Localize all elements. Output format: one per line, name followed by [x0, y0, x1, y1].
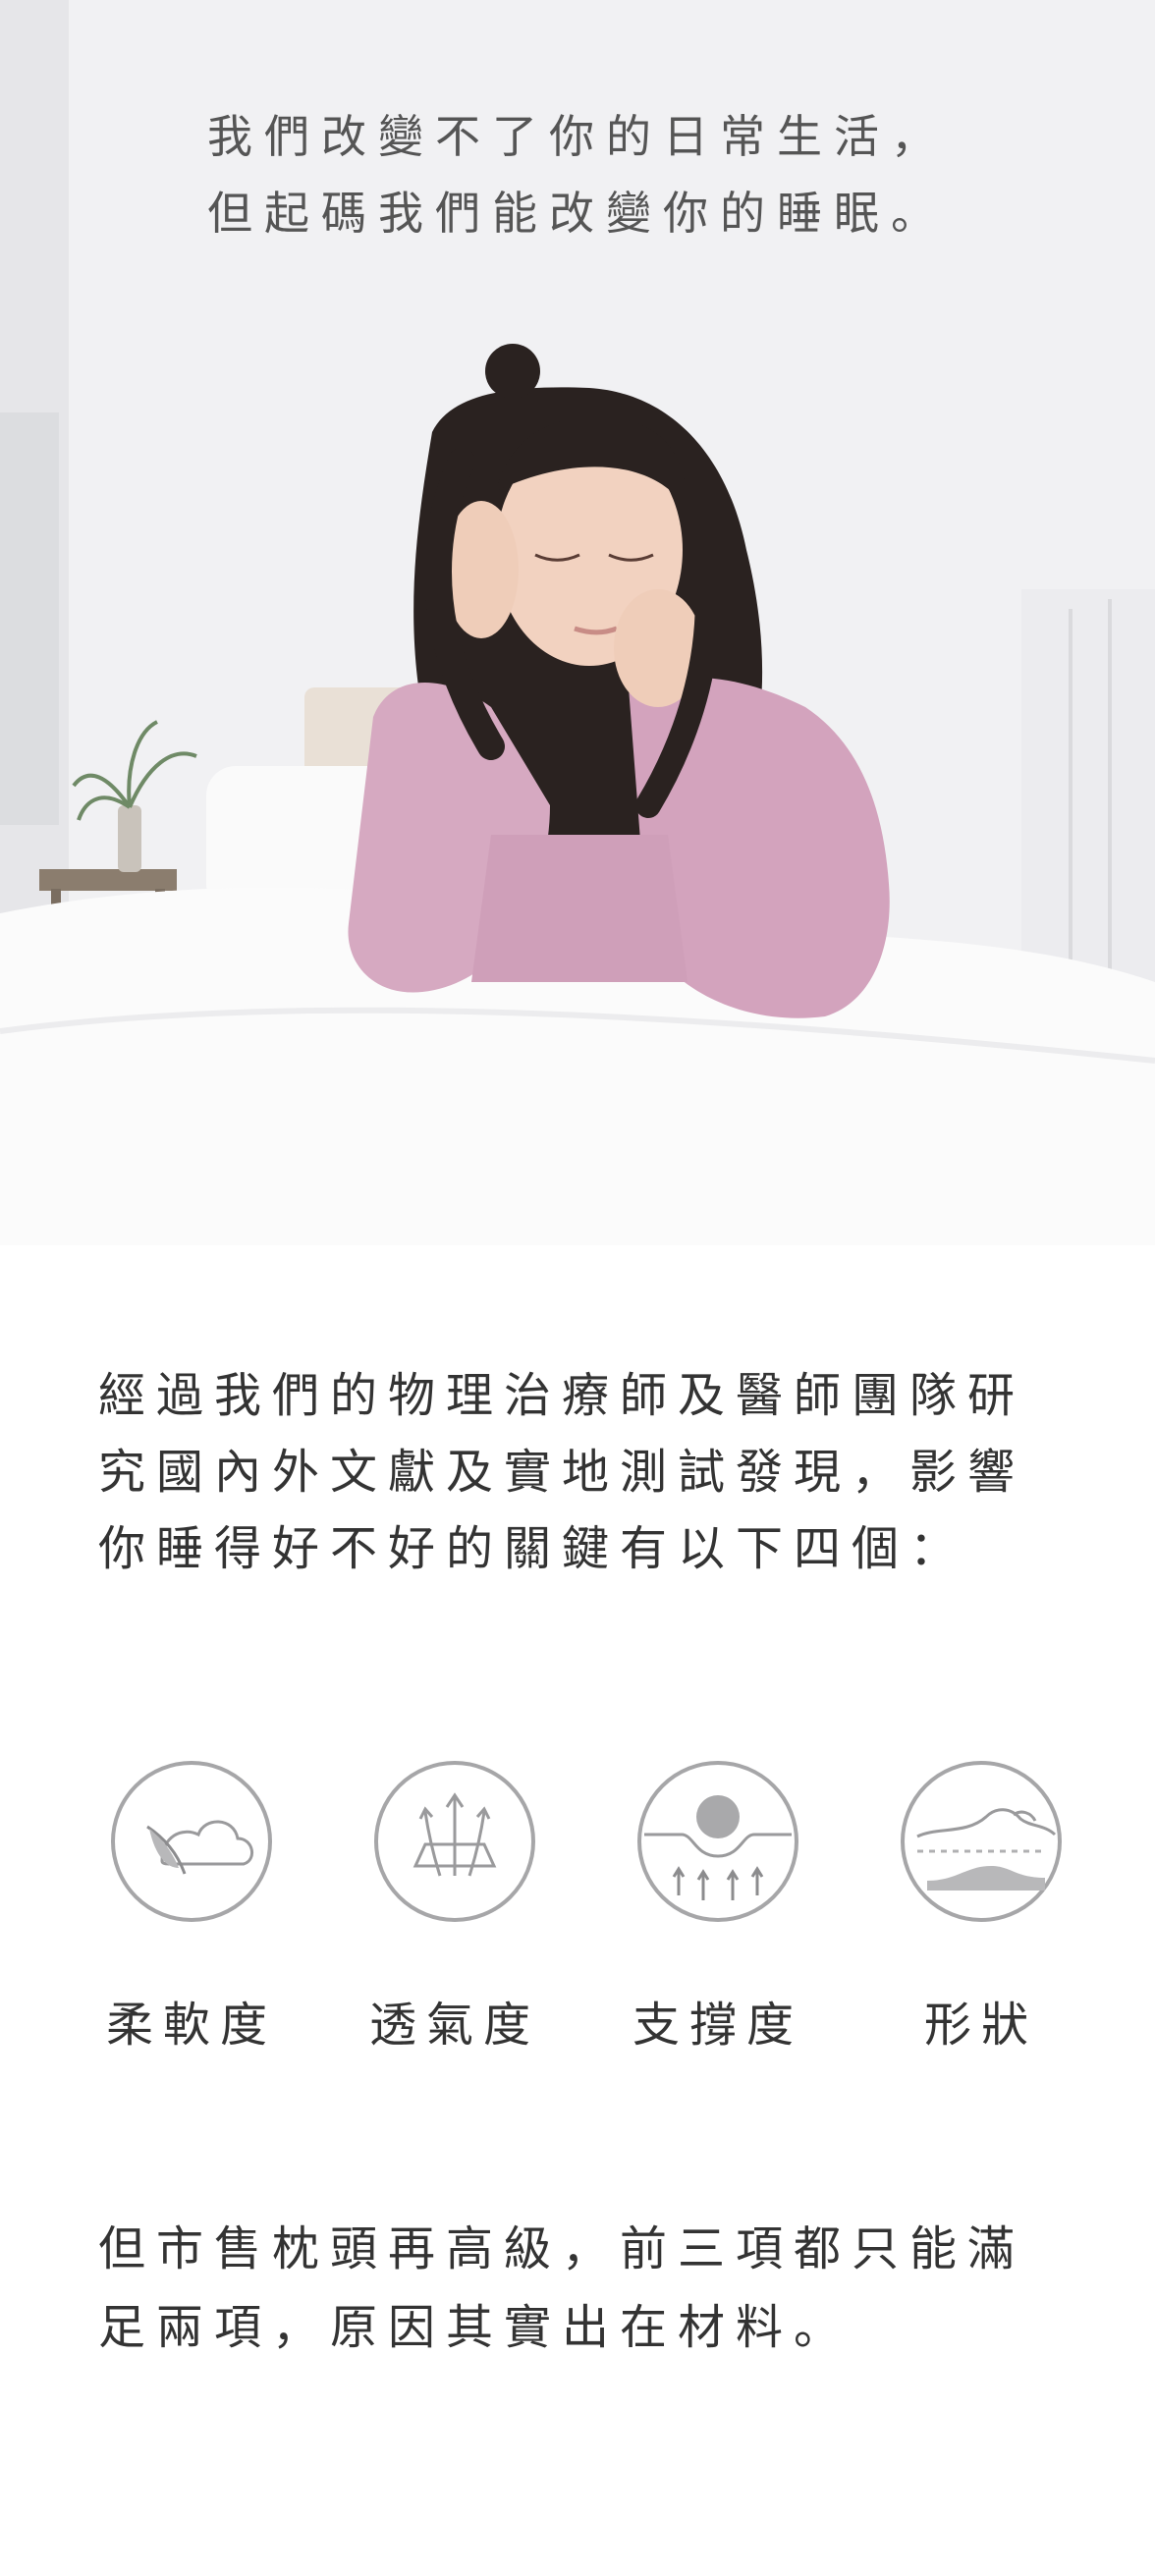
outro-line-1: 但市售枕頭再高級，前三項都只能滿	[98, 2221, 1026, 2276]
feature-softness-label: 柔軟度	[105, 1998, 277, 2053]
hero-headline: 我們改變不了你的日常生活， 但起碼我們能改變你的睡眠。	[0, 98, 1155, 251]
feature-support-label: 支撐度	[632, 1998, 803, 2053]
hero-headline-line-2: 但起碼我們能改變你的睡眠。	[207, 187, 948, 240]
feature-breathability-label: 透氣度	[368, 1998, 540, 2053]
feather-cloud-icon	[111, 1761, 272, 1922]
feature-breathability: 透氣度	[361, 1758, 548, 2055]
feature-softness: 柔軟度	[98, 1758, 285, 2055]
outro-paragraph: 但市售枕頭再高級，前三項都只能滿 足兩項，原因其實出在材料。	[98, 2210, 1100, 2367]
feature-shape-label: 形狀	[923, 1998, 1038, 2053]
hero-headline-line-1: 我們改變不了你的日常生活，	[207, 110, 948, 163]
feature-support: 支撐度	[625, 1758, 811, 2055]
intro-line-1: 經過我們的物理治療師及醫師團隊研	[98, 1368, 1026, 1423]
head-shape-icon	[901, 1761, 1062, 1922]
intro-line-2: 究國內外文獻及實地測試發現，影響	[98, 1445, 1026, 1500]
intro-paragraph: 經過我們的物理治療師及醫師團隊研 究國內外文獻及實地測試發現，影響 你睡得好不好…	[98, 1357, 1080, 1587]
feature-shape: 形狀	[888, 1758, 1074, 2055]
feature-list: 柔軟度 透氣度 支撐度 形狀	[98, 1758, 1080, 2053]
airflow-icon	[374, 1761, 535, 1922]
hero-photo: 我們改變不了你的日常生活， 但起碼我們能改變你的睡眠。	[0, 0, 1155, 1245]
support-icon	[637, 1761, 798, 1922]
outro-line-2: 足兩項，原因其實出在材料。	[98, 2300, 852, 2355]
intro-line-3: 你睡得好不好的關鍵有以下四個：	[98, 1521, 968, 1576]
